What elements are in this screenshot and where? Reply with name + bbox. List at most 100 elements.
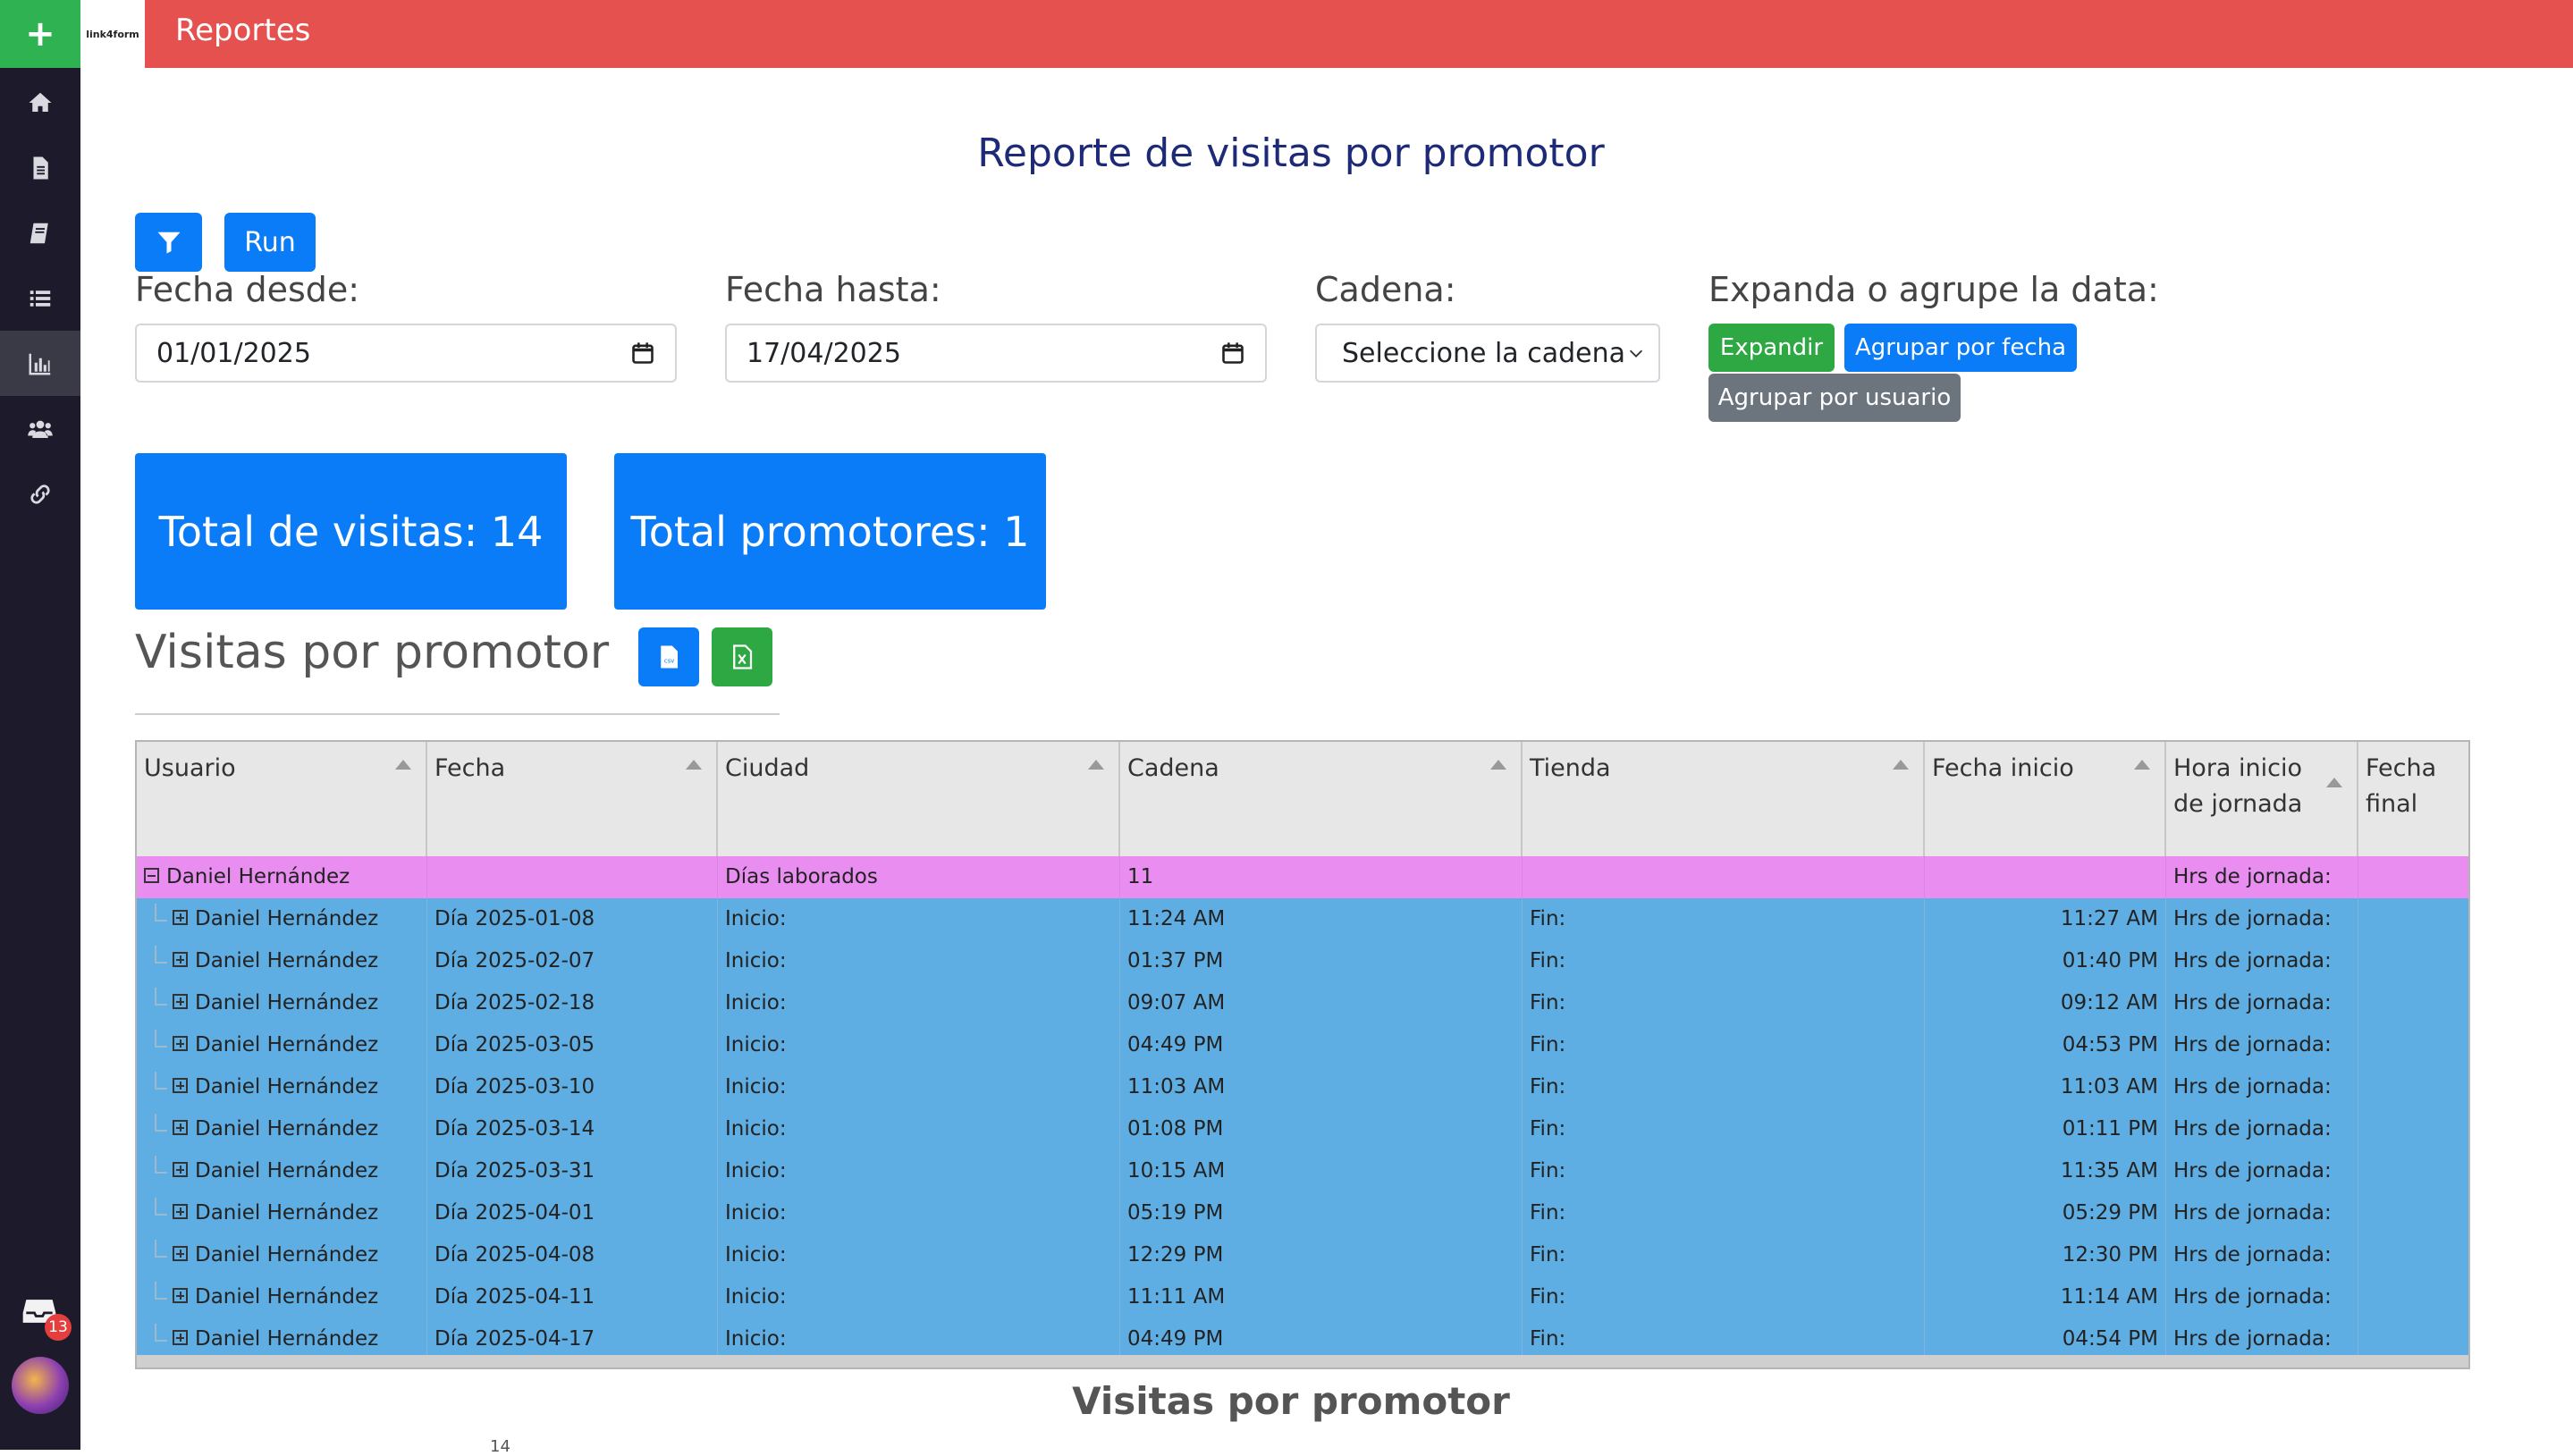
- sidebar-item-list[interactable]: [0, 265, 80, 331]
- tree-connector: [155, 1323, 167, 1342]
- cell-fecha-text: Día 2025-04-17: [434, 1327, 595, 1351]
- tree-connector: [155, 1281, 167, 1300]
- cell-usuario-text: Daniel Hernández: [195, 907, 379, 930]
- cell-hora-text: Hrs de jornada:: [2173, 1201, 2332, 1225]
- col-cadena[interactable]: Cadena: [1120, 742, 1523, 856]
- expand-icon[interactable]: [173, 1330, 188, 1345]
- col-tienda[interactable]: Tienda: [1523, 742, 1925, 856]
- cell-fecha-final: [2358, 1108, 2468, 1150]
- cell-ciudad: Inicio:: [718, 1108, 1120, 1150]
- avatar[interactable]: [12, 1357, 69, 1414]
- sort-icon[interactable]: [2326, 778, 2342, 787]
- col-hora-inicio[interactable]: Hora inicio de jornada: [2166, 742, 2358, 856]
- cell-fecha-final: [2358, 898, 2468, 940]
- expand-icon[interactable]: [173, 1204, 188, 1219]
- fecha-hasta-input[interactable]: 17/04/2025: [725, 324, 1267, 383]
- cell-ciudad-text: Inicio:: [725, 1243, 787, 1267]
- calendar-icon[interactable]: [630, 341, 655, 366]
- calendar-icon[interactable]: [1220, 341, 1245, 366]
- cell-cadena: 11:03 AM: [1120, 1066, 1523, 1108]
- table-row[interactable]: Daniel Hernández Día 2025-01-08 Inicio: 11:…: [137, 898, 2468, 940]
- sort-icon[interactable]: [395, 760, 411, 770]
- sort-icon[interactable]: [1490, 760, 1506, 770]
- cell-ciudad: Inicio:: [718, 1192, 1120, 1234]
- expand-icon[interactable]: [173, 994, 188, 1009]
- expand-icon[interactable]: [173, 910, 188, 925]
- cell-fecha-inicio: 12:30 PM: [1925, 1234, 2166, 1276]
- expand-icon[interactable]: [173, 1288, 188, 1303]
- add-button[interactable]: +: [0, 0, 80, 68]
- cell-tienda-text: Fin:: [1530, 1243, 1566, 1267]
- col-fecha[interactable]: Fecha: [427, 742, 718, 856]
- cell-ciudad: Inicio:: [718, 1066, 1120, 1108]
- table-row[interactable]: Daniel Hernández Día 2025-03-05 Inicio: 04:…: [137, 1024, 2468, 1066]
- filter-icon: [157, 231, 180, 254]
- expandir-button[interactable]: Expandir: [1708, 324, 1835, 372]
- table-row[interactable]: Daniel Hernández Día 2025-04-11 Inicio: 11:…: [137, 1276, 2468, 1318]
- expand-icon[interactable]: [173, 1078, 188, 1093]
- group-row[interactable]: Daniel Hernández Días laborados 11 Hrs de j…: [137, 856, 2468, 898]
- table-row[interactable]: Daniel Hernández Día 2025-03-10 Inicio: 11:…: [137, 1066, 2468, 1108]
- collapse-icon[interactable]: [144, 868, 159, 883]
- cell-usuario-text: Daniel Hernández: [195, 1075, 379, 1098]
- cell-ciudad-text: Inicio:: [725, 1285, 787, 1309]
- cell-fecha-inicio: 11:03 AM: [1925, 1066, 2166, 1108]
- run-button[interactable]: Run: [224, 213, 316, 272]
- cell-fecha: Día 2025-02-07: [427, 940, 718, 982]
- sort-icon[interactable]: [686, 760, 702, 770]
- agrupar-usuario-button[interactable]: Agrupar por usuario: [1708, 374, 1961, 422]
- sort-icon[interactable]: [1088, 760, 1104, 770]
- table-row[interactable]: Daniel Hernández Día 2025-03-14 Inicio: 01:…: [137, 1108, 2468, 1150]
- cell-hora: Hrs de jornada:: [2166, 1192, 2358, 1234]
- expand-icon[interactable]: [173, 1036, 188, 1051]
- table-row[interactable]: Daniel Hernández Día 2025-02-18 Inicio: 09:…: [137, 982, 2468, 1024]
- col-ciudad[interactable]: Ciudad: [718, 742, 1120, 856]
- fecha-desde-input[interactable]: 01/01/2025: [135, 324, 677, 383]
- col-fecha-inicio[interactable]: Fecha inicio: [1925, 742, 2166, 856]
- sort-icon[interactable]: [1893, 760, 1909, 770]
- expand-icon[interactable]: [173, 952, 188, 967]
- col-fecha-final[interactable]: Fecha final: [2358, 742, 2468, 856]
- sidebar-item-links[interactable]: [0, 461, 80, 526]
- sidebar-item-users[interactable]: [0, 396, 80, 461]
- expand-icon[interactable]: [173, 1120, 188, 1135]
- cell-fecha: Día 2025-04-08: [427, 1234, 718, 1276]
- sidebar-item-home[interactable]: [0, 70, 80, 135]
- cell-fecha-inicio: 04:53 PM: [1925, 1024, 2166, 1066]
- cell-tienda-text: Fin:: [1530, 907, 1566, 930]
- tree-connector: [155, 1197, 167, 1216]
- cell-ciudad: Inicio:: [718, 1150, 1120, 1192]
- sidebar-item-books[interactable]: [0, 200, 80, 265]
- horizontal-scrollbar[interactable]: [137, 1355, 2468, 1368]
- table-row[interactable]: Daniel Hernández Día 2025-04-08 Inicio: 12:…: [137, 1234, 2468, 1276]
- sidebar-item-documents[interactable]: [0, 135, 80, 200]
- cell-fecha-inicio-text: 11:27 AM: [2060, 907, 2158, 930]
- list-icon: [30, 290, 51, 307]
- table-row[interactable]: Daniel Hernández Día 2025-02-07 Inicio: 01:…: [137, 940, 2468, 982]
- col-usuario[interactable]: Usuario: [137, 742, 427, 856]
- cell-cadena: 09:07 AM: [1120, 982, 1523, 1024]
- cell-hora-text: Hrs de jornada:: [2173, 865, 2332, 888]
- table-row[interactable]: Daniel Hernández Día 2025-04-01 Inicio: 05:…: [137, 1192, 2468, 1234]
- expand-icon[interactable]: [173, 1246, 188, 1261]
- table-row[interactable]: Daniel Hernández Día 2025-04-17 Inicio: 04:…: [137, 1318, 2468, 1360]
- cell-fecha-inicio: 01:40 PM: [1925, 940, 2166, 982]
- agrupar-fecha-button[interactable]: Agrupar por fecha: [1844, 324, 2077, 372]
- cell-fecha: [427, 856, 718, 898]
- cadena-select[interactable]: Seleccione la cadena: [1315, 324, 1660, 383]
- table-row[interactable]: Daniel Hernández Día 2025-03-31 Inicio: 10:…: [137, 1150, 2468, 1192]
- cell-tienda: Fin:: [1523, 1234, 1925, 1276]
- cell-usuario: Daniel Hernández: [137, 1276, 427, 1318]
- excel-file-icon: [733, 644, 753, 669]
- bar-chart-icon: [29, 353, 51, 375]
- cell-fecha-inicio-text: 11:03 AM: [2060, 1075, 2158, 1098]
- cell-tienda: Fin:: [1523, 1024, 1925, 1066]
- expand-icon[interactable]: [173, 1162, 188, 1177]
- sort-icon[interactable]: [2134, 760, 2150, 770]
- cell-fecha-inicio: [1925, 856, 2166, 898]
- filter-button[interactable]: [135, 213, 202, 272]
- export-excel-button[interactable]: [712, 627, 772, 686]
- sidebar-item-reports[interactable]: [0, 331, 80, 396]
- export-csv-button[interactable]: csv: [638, 627, 699, 686]
- cell-fecha-text: Día 2025-01-08: [434, 907, 595, 930]
